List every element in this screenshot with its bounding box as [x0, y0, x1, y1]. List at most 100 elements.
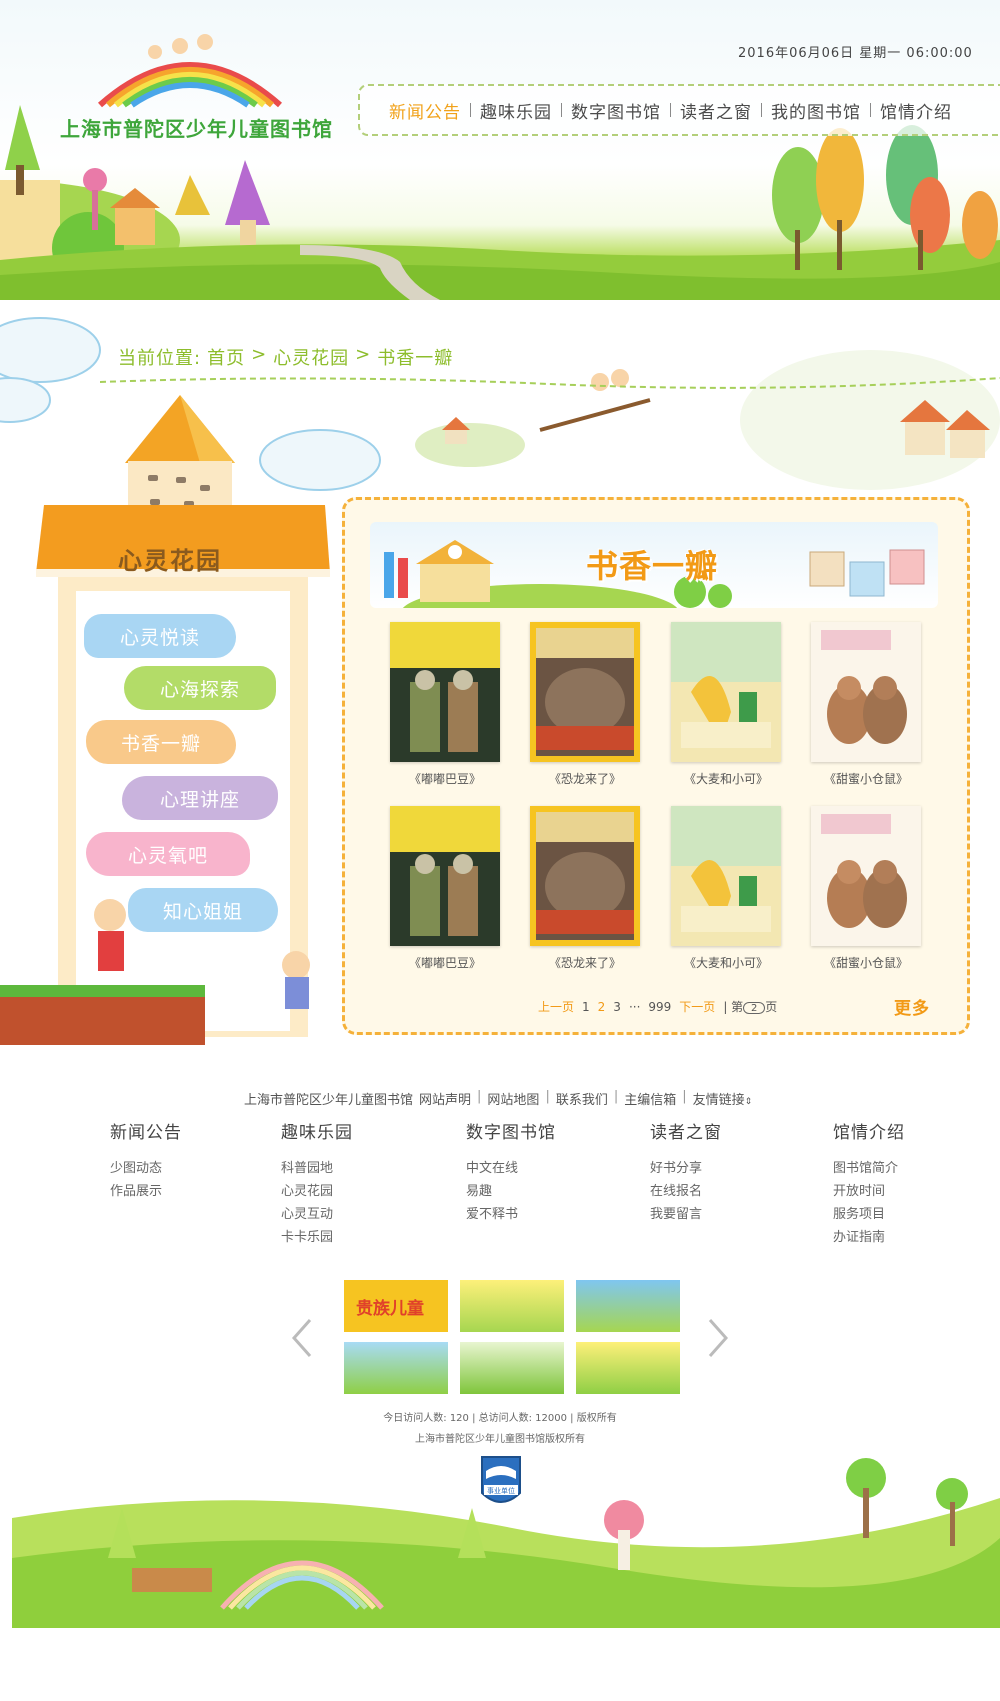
footer-column-link[interactable]: 开放时间	[833, 1180, 905, 1203]
nav-item-news[interactable]: 新闻公告	[380, 98, 470, 123]
book-title[interactable]: 《大麦和小可》	[671, 954, 781, 971]
book-card[interactable]: 《大麦和小可》	[671, 806, 781, 971]
book-cover[interactable]	[811, 806, 921, 946]
book-cover[interactable]	[530, 622, 640, 762]
sidebar-item-oxygen-bar[interactable]: 心灵氧吧	[86, 832, 250, 876]
breadcrumb-section[interactable]: 心灵花园	[273, 344, 349, 370]
book-title[interactable]: 《甜蜜小仓鼠》	[811, 770, 921, 787]
book-cover[interactable]	[390, 622, 500, 762]
sidebar-item-reading[interactable]: 心灵悦读	[84, 614, 236, 658]
book-card[interactable]: 《嘟嘟巴豆》	[390, 806, 500, 971]
page-link[interactable]: 3	[613, 1000, 621, 1014]
footer-links: 上海市普陀区少年儿童图书馆 网站声明 | 网站地图 | 联系我们 | 主编信箱 …	[244, 1089, 752, 1108]
footer-link-statement[interactable]: 网站声明	[419, 1089, 471, 1108]
book-cover-art	[536, 812, 634, 940]
footer-column-link[interactable]: 作品展示	[110, 1180, 182, 1203]
partner-logo[interactable]: 贵族儿童	[344, 1280, 448, 1332]
book-cover-art	[821, 630, 907, 744]
partner-logo[interactable]	[460, 1342, 564, 1394]
sidebar-item-label: 书香一瓣	[120, 732, 201, 755]
footer-column-title[interactable]: 馆情介绍	[833, 1118, 905, 1143]
footer-column-link[interactable]: 中文在线	[466, 1157, 556, 1180]
book-title[interactable]: 《嘟嘟巴豆》	[390, 770, 500, 787]
book-cover[interactable]	[671, 806, 781, 946]
page-link[interactable]: 999	[648, 1000, 671, 1014]
footer-column-link[interactable]: 好书分享	[650, 1157, 722, 1180]
nav-item-readers[interactable]: 读者之窗	[671, 98, 761, 123]
book-title[interactable]: 《大麦和小可》	[671, 770, 781, 787]
sidebar-item-big-sister[interactable]: 知心姐姐	[128, 888, 278, 932]
chevron-right-icon[interactable]	[706, 1318, 730, 1358]
footer-link-contact[interactable]: 联系我们	[556, 1089, 608, 1108]
page-link-current[interactable]: 2	[598, 1000, 606, 1014]
book-card[interactable]: 《恐龙来了》	[530, 806, 640, 971]
footer-column-title[interactable]: 读者之窗	[650, 1118, 722, 1143]
book-title[interactable]: 《恐龙来了》	[530, 770, 640, 787]
nav-item-fun[interactable]: 趣味乐园	[471, 98, 561, 123]
book-card[interactable]: 《恐龙来了》	[530, 622, 640, 787]
sidebar-item-explore[interactable]: 心海探索	[124, 666, 276, 710]
page-jump-input[interactable]: 2	[743, 1002, 766, 1014]
footer-column-link[interactable]: 图书馆简介	[833, 1157, 905, 1180]
sidebar-item-label: 心理讲座	[159, 788, 240, 811]
footer-link-sitemap[interactable]: 网站地图	[487, 1089, 539, 1108]
book-title[interactable]: 《嘟嘟巴豆》	[390, 954, 500, 971]
site-title[interactable]: 上海市普陀区少年儿童图书馆	[60, 113, 333, 142]
partner-logo[interactable]	[576, 1280, 680, 1332]
page-link[interactable]: 1	[582, 1000, 590, 1014]
book-cover[interactable]	[811, 622, 921, 762]
breadcrumb-divider	[100, 377, 1000, 389]
sidebar-item-book-fragrance[interactable]: 书香一瓣	[86, 720, 236, 764]
footer-column-link[interactable]: 心灵花园	[281, 1180, 353, 1203]
book-card[interactable]: 《甜蜜小仓鼠》	[811, 806, 921, 971]
book-title[interactable]: 《恐龙来了》	[530, 954, 640, 971]
footer-column-link[interactable]: 少图动态	[110, 1157, 182, 1180]
more-link[interactable]: 更多	[894, 994, 930, 1019]
footer-column-link[interactable]: 办证指南	[833, 1226, 905, 1249]
breadcrumb-separator: >	[251, 344, 268, 365]
book-cover[interactable]	[671, 622, 781, 762]
breadcrumb-home[interactable]: 首页	[207, 344, 245, 370]
footer-column-link[interactable]: 卡卡乐园	[281, 1226, 353, 1249]
footer-column-about: 馆情介绍 图书馆简介 开放时间 服务项目 办证指南	[833, 1118, 905, 1249]
book-cover-art	[821, 814, 907, 928]
nav-item-about[interactable]: 馆情介绍	[871, 98, 961, 123]
book-cover-art	[536, 628, 634, 756]
footer-column-title[interactable]: 趣味乐园	[281, 1118, 353, 1143]
book-card[interactable]: 《甜蜜小仓鼠》	[811, 622, 921, 787]
footer-column-link[interactable]: 我要留言	[650, 1203, 722, 1226]
book-title[interactable]: 《甜蜜小仓鼠》	[811, 954, 921, 971]
footer-column-link[interactable]: 在线报名	[650, 1180, 722, 1203]
book-card[interactable]: 《大麦和小可》	[671, 622, 781, 787]
book-cover[interactable]	[390, 806, 500, 946]
book-cover[interactable]	[530, 806, 640, 946]
nav-item-digital-library[interactable]: 数字图书馆	[562, 98, 670, 123]
footer-link-editor-mail[interactable]: 主编信箱	[624, 1089, 676, 1108]
sidebar-item-lecture[interactable]: 心理讲座	[122, 776, 278, 820]
page-ellipsis: ···	[628, 999, 641, 1014]
footer-link-home[interactable]: 上海市普陀区少年儿童图书馆	[244, 1089, 413, 1108]
footer-column-title[interactable]: 数字图书馆	[466, 1118, 556, 1143]
footer-column-title[interactable]: 新闻公告	[110, 1118, 182, 1143]
footer-column-link[interactable]: 心灵互动	[281, 1203, 353, 1226]
partner-logo[interactable]	[460, 1280, 564, 1332]
datetime-display: 2016年06月06日 星期一 06:00:00	[738, 46, 973, 61]
footer-column-link[interactable]: 爱不释书	[466, 1203, 556, 1226]
footer-scenery	[12, 1458, 1000, 1628]
footer-link-divider: |	[682, 1089, 687, 1104]
partner-logo[interactable]	[576, 1342, 680, 1394]
next-page-link[interactable]: 下一页	[679, 998, 715, 1015]
nav-item-my-library[interactable]: 我的图书馆	[762, 98, 870, 123]
chevron-left-icon[interactable]	[290, 1318, 314, 1358]
footer-column-link[interactable]: 服务项目	[833, 1203, 905, 1226]
footer-column-link[interactable]: 科普园地	[281, 1157, 353, 1180]
footer-column-link[interactable]: 易趣	[466, 1180, 556, 1203]
book-card[interactable]: 《嘟嘟巴豆》	[390, 622, 500, 787]
dropdown-arrow-icon: ⇕	[744, 1097, 753, 1107]
breadcrumb-current: 书香一瓣	[377, 348, 454, 369]
prev-page-link[interactable]: 上一页	[538, 998, 574, 1015]
footer-link-friends[interactable]: 友情链接⇕	[693, 1089, 753, 1108]
footer-column-digital: 数字图书馆 中文在线 易趣 爱不释书	[466, 1118, 556, 1226]
partner-logo[interactable]	[344, 1342, 448, 1394]
breadcrumb-prefix: 当前位置:	[118, 348, 202, 369]
